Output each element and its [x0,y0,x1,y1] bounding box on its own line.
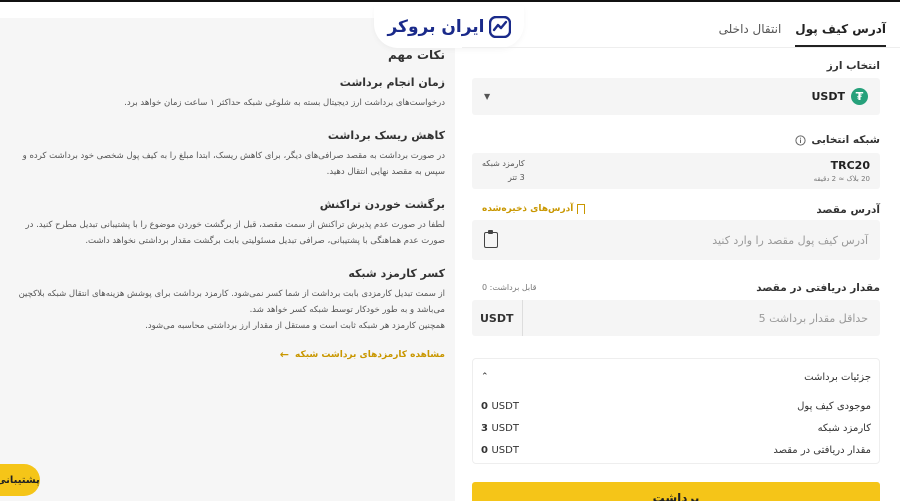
chevron-down-icon: ▼ [484,92,491,101]
saved-addresses-label: آدرس‌های ذخیره‌شده [482,204,574,214]
currency-value: USDT [811,90,846,103]
address-input[interactable]: آدرس کیف پول مقصد را وارد کنید [472,220,880,260]
saved-addresses-link[interactable]: آدرس‌های ذخیره‌شده [482,204,586,214]
network-fee-label: کارمزد شبکه [482,159,525,168]
details-title: جزئیات برداشت [804,371,871,383]
info-section-time: زمان انجام برداشت درخواست‌های برداشت ارز… [10,76,445,111]
info-section-fee: کسر کارمزد شبکه از سمت تبدیل کارمزدی باب… [10,267,445,334]
info-text: لطفا در صورت عدم پذیرش تراکنش از سمت مقص… [25,220,446,246]
tab-internal-transfer[interactable]: انتقال داخلی [719,22,782,47]
amount-label: مقدار دریافتی در مقصد [756,282,880,294]
info-heading: کسر کارمزد شبکه [348,267,445,280]
detail-num: 3 [481,422,488,434]
network-select[interactable]: TRC20 20 بلاک ≈ 2 دقیقه کارمزد شبکه 3 تت… [472,153,880,189]
info-text: از سمت تبدیل کارمزدی بابت برداشت از شما … [18,289,445,315]
tabs: آدرس کیف پول انتقال داخلی [462,8,900,48]
amount-unit: USDT [472,300,523,336]
top-border [0,0,900,2]
info-section-risk: کاهش ریسک برداشت در صورت برداشت به مقصد … [10,129,445,180]
info-text: در صورت برداشت به مقصد صرافی‌های دیگر، ب… [22,151,445,177]
detail-row-fee: کارمزد شبکه 3 USDT [481,417,871,439]
withdraw-button[interactable]: برداشت [472,482,880,501]
paste-icon[interactable] [484,230,498,248]
tab-wallet-address[interactable]: آدرس کیف پول [795,22,886,47]
withdraw-form: آدرس کیف پول انتقال داخلی انتخاب ارز ₮ U… [462,8,900,501]
network-label-row: شبکه انتخابی [795,134,880,146]
currency-label: انتخاب ارز [826,60,880,72]
detail-label: کارمزد شبکه [817,422,871,434]
network-confirm-time: 20 بلاک ≈ 2 دقیقه [813,175,870,183]
address-placeholder: آدرس کیف پول مقصد را وارد کنید [712,233,868,247]
network-name: TRC20 [830,159,870,172]
address-label: آدرس مقصد [816,204,880,216]
amount-input[interactable]: حداقل مقدار برداشت 5 USDT [472,300,880,336]
available-balance: قابل برداشت: 0 [482,283,537,292]
support-button[interactable]: پشتیبانی [0,464,40,496]
info-text: همچنین کارمزد هر شبکه ثابت است و مستقل ا… [145,321,445,331]
detail-label: مقدار دریافتی در مقصد [773,444,871,456]
network-fees-link[interactable]: مشاهده کارمزدهای برداشت شبکه ← [10,348,445,361]
detail-row-received: مقدار دریافتی در مقصد 0 USDT [481,439,871,461]
currency-select[interactable]: ₮ USDT ▼ [472,78,880,115]
details-header[interactable]: جزئیات برداشت ⌃ [481,369,871,385]
info-section-return: برگشت خوردن تراکنش لطفا در صورت عدم پذیر… [10,198,446,249]
network-label: شبکه انتخابی [811,134,880,146]
detail-num: 0 [481,400,488,412]
info-text: درخواست‌های برداشت ارز دیجیتال بسته به ش… [124,98,445,108]
detail-num: 0 [481,444,488,456]
detail-unit: USDT [491,400,519,412]
info-title: نکات مهم [388,48,445,62]
detail-label: موجودی کیف پول [797,400,871,412]
detail-unit: USDT [491,444,519,456]
arrow-left-icon: ← [279,348,289,361]
bookmark-icon [577,204,586,214]
tether-icon: ₮ [851,88,868,105]
detail-unit: USDT [491,422,519,434]
amount-placeholder: حداقل مقدار برداشت 5 [758,311,868,325]
info-heading: برگشت خوردن تراکنش [319,198,445,211]
chevron-up-icon: ⌃ [481,372,489,382]
network-fee-value: 3 تتر [508,173,525,182]
info-heading: زمان انجام برداشت [339,76,445,89]
network-fees-link-label: مشاهده کارمزدهای برداشت شبکه [295,349,445,360]
detail-row-balance: موجودی کیف پول 0 USDT [481,395,871,417]
support-label: پشتیبانی [0,474,40,486]
info-panel: نکات مهم زمان انجام برداشت درخواست‌های ب… [0,18,455,501]
info-icon[interactable] [795,134,806,146]
withdraw-details: جزئیات برداشت ⌃ موجودی کیف پول 0 USDT کا… [472,358,880,464]
info-heading: کاهش ریسک برداشت [327,129,445,142]
